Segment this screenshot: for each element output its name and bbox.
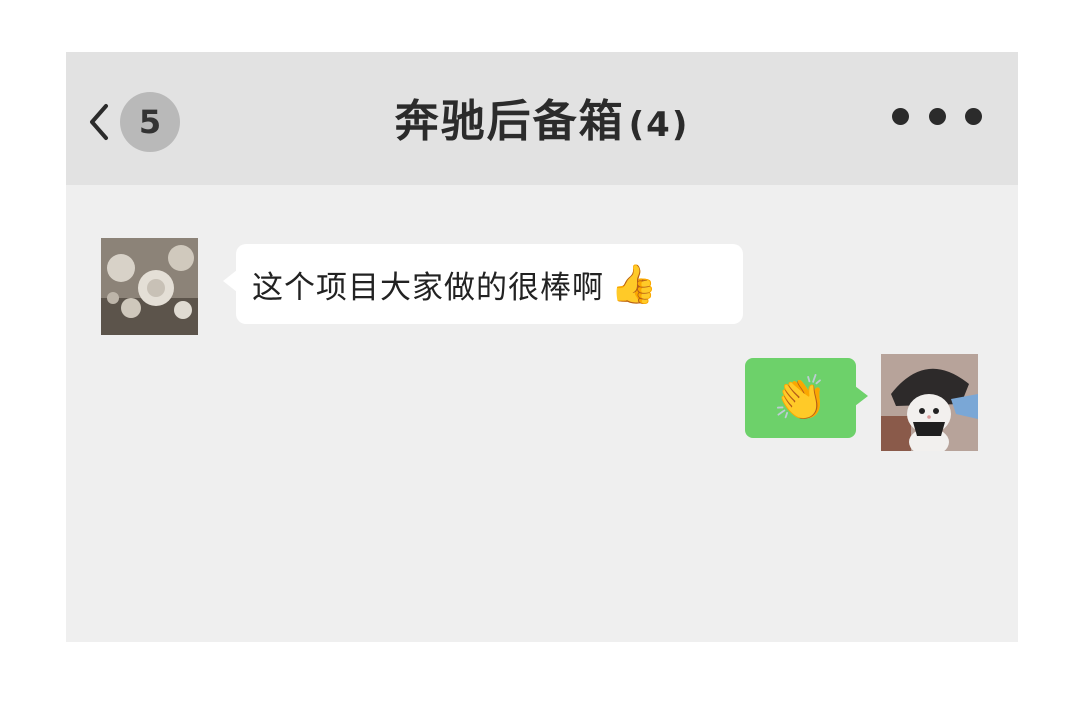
message-text: 这个项目大家做的很棒啊 [252,269,604,306]
thumbs-up-icon: 👍 [610,261,659,306]
more-button[interactable] [892,106,982,126]
more-dots-icon [965,107,982,125]
cat-avatar-icon [881,354,978,451]
clapping-hands-icon: 👏 [773,373,828,424]
member-count: (4) [628,105,690,145]
page-title: 奔驰后备箱 (4) [66,90,1018,157]
avatar[interactable] [101,238,198,335]
chat-window: 5 奔驰后备箱 (4) 这个项目大家做的很棒啊 👍 👏 [66,52,1018,642]
message-bubble-outgoing[interactable]: 👏 [745,358,868,438]
message-bubble-incoming[interactable]: 这个项目大家做的很棒啊 👍 [223,244,743,324]
flower-avatar-icon [101,238,198,335]
chat-title: 奔驰后备箱 [394,96,625,147]
more-dots-icon [892,107,909,125]
chat-header: 5 奔驰后备箱 (4) [66,52,1018,185]
more-dots-icon [928,107,946,125]
avatar[interactable] [881,354,978,451]
